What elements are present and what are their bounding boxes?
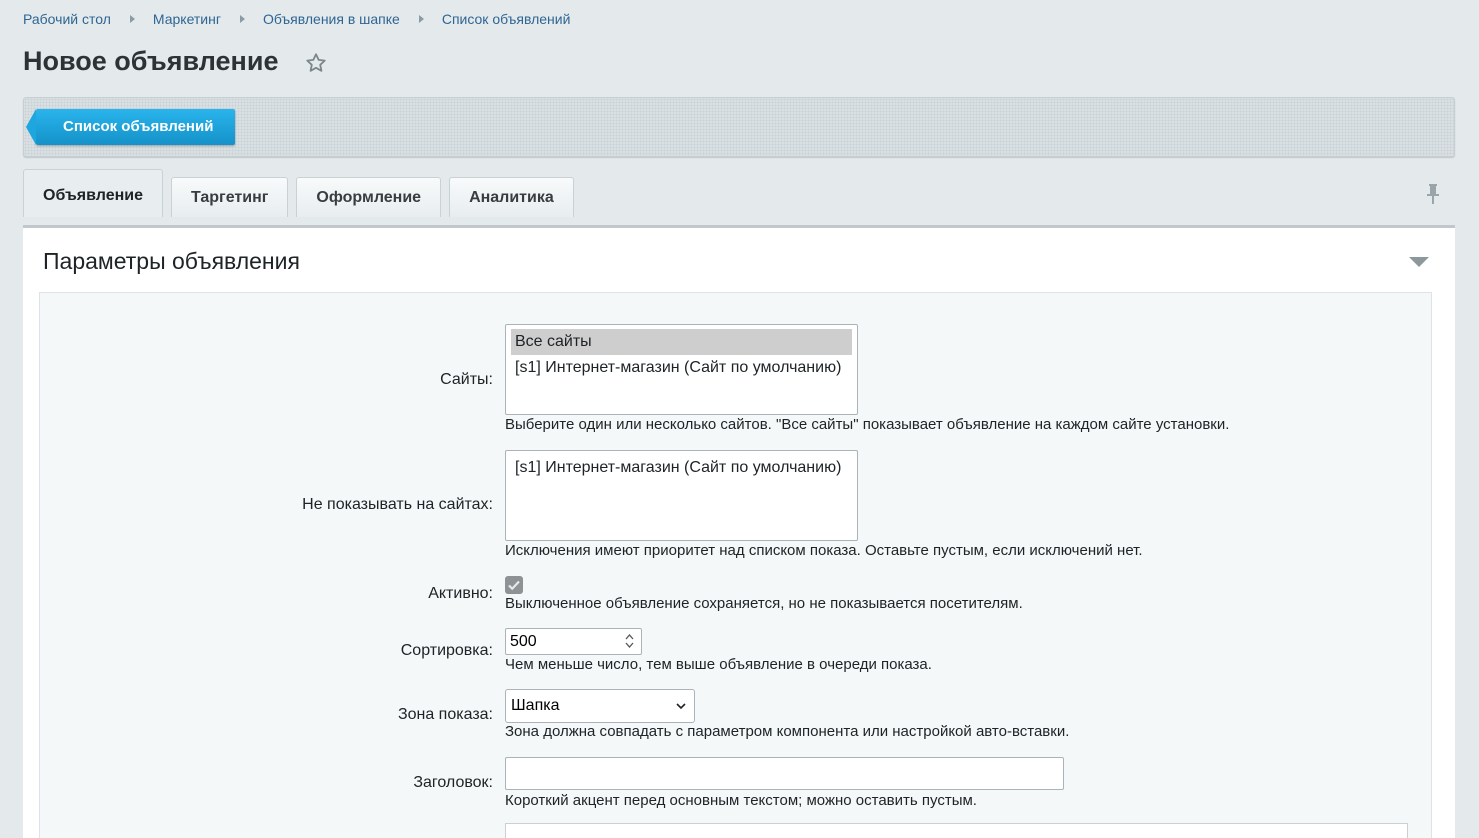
sort-value: 500 — [510, 633, 537, 650]
list-option[interactable]: Все сайты — [511, 329, 852, 355]
sort-hint: Чем меньше число, тем выше объявление в … — [505, 656, 932, 673]
sort-label: Сортировка: — [400, 642, 493, 659]
spinner-icon[interactable] — [624, 631, 635, 651]
collapse-icon[interactable] — [1408, 255, 1430, 269]
heading-hint: Короткий акцент перед основным текстом; … — [505, 792, 977, 809]
exclude-sites-listbox[interactable]: [s1] Интернет-магазин (Сайт по умолчанию… — [505, 450, 858, 541]
toolbar: Список объявлений — [23, 97, 1455, 157]
tab-targeting[interactable]: Таргетинг — [171, 177, 289, 217]
tab-bar: Объявление Таргетинг Оформление Аналитик… — [23, 169, 582, 217]
breadcrumb-separator-icon — [239, 15, 245, 23]
pin-icon[interactable] — [1425, 183, 1441, 205]
section-title: Параметры объявления — [43, 248, 300, 274]
active-label: Активно: — [428, 585, 493, 602]
sort-input[interactable]: 500 — [505, 628, 642, 655]
heading-input[interactable] — [505, 757, 1064, 790]
zone-label: Зона показа: — [397, 706, 493, 723]
zone-select[interactable]: Шапка — [505, 689, 695, 723]
zone-hint: Зона должна совпадать с параметром компо… — [505, 723, 1070, 740]
sites-listbox[interactable]: Все сайты [s1] Интернет-магазин (Сайт по… — [505, 324, 858, 415]
checkmark-icon — [508, 580, 520, 591]
heading-label: Заголовок: — [413, 774, 493, 791]
exclude-sites-hint: Исключения имеют приоритет над списком п… — [505, 542, 1143, 559]
breadcrumb-separator-icon — [129, 15, 135, 23]
chevron-down-icon — [676, 703, 686, 710]
list-option[interactable]: [s1] Интернет-магазин (Сайт по умолчанию… — [511, 455, 852, 481]
page-title: Новое объявление — [23, 46, 279, 76]
ad-parameters-panel: Параметры объявления Сайты: Все сайты [s… — [23, 225, 1455, 838]
back-to-list-button[interactable]: Список объявлений — [25, 109, 236, 145]
tab-ad[interactable]: Объявление — [23, 169, 163, 217]
tab-design[interactable]: Оформление — [296, 177, 442, 217]
sites-label: Сайты: — [440, 371, 493, 388]
form-area: Сайты: Все сайты [s1] Интернет-магазин (… — [39, 292, 1432, 838]
breadcrumb: Рабочий стол Маркетинг Объявления в шапк… — [23, 11, 570, 27]
active-hint: Выключенное объявление сохраняется, но н… — [505, 595, 1023, 612]
text-editor[interactable] — [505, 823, 1408, 838]
breadcrumb-separator-icon — [418, 15, 424, 23]
list-option[interactable]: [s1] Интернет-магазин (Сайт по умолчанию… — [511, 355, 852, 381]
tab-analytics[interactable]: Аналитика — [449, 177, 574, 217]
breadcrumb-item-desktop[interactable]: Рабочий стол — [23, 11, 111, 27]
zone-selected-value: Шапка — [511, 697, 560, 714]
breadcrumb-item-marketing[interactable]: Маркетинг — [153, 11, 221, 27]
breadcrumb-item-ad-list[interactable]: Список объявлений — [442, 11, 571, 27]
star-icon[interactable] — [305, 52, 327, 74]
breadcrumb-item-header-ads[interactable]: Объявления в шапке — [263, 11, 400, 27]
active-checkbox[interactable] — [505, 576, 523, 594]
sites-hint: Выберите один или несколько сайтов. "Все… — [505, 416, 1230, 433]
exclude-sites-label: Не показывать на сайтах: — [302, 496, 493, 513]
